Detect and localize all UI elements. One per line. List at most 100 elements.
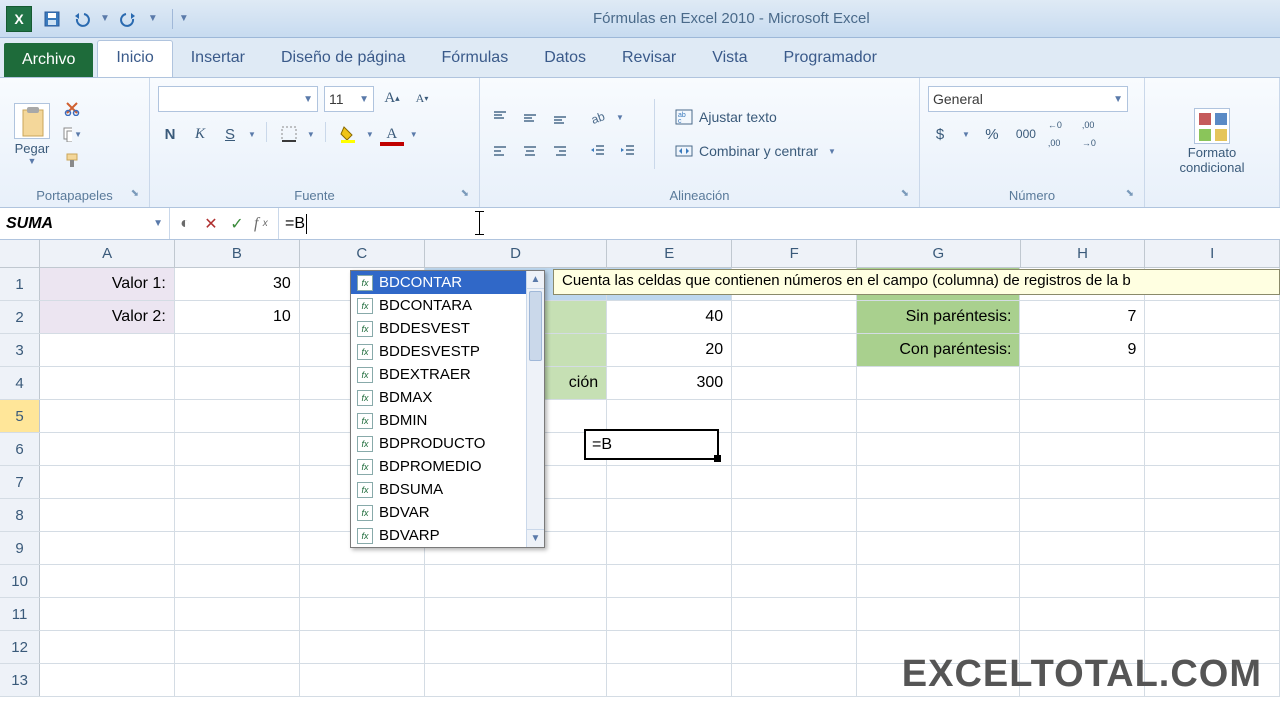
font-size-combo[interactable]: 11▼ — [324, 86, 374, 112]
thousands-button[interactable]: 000 — [1014, 122, 1038, 146]
cell-H6[interactable] — [1020, 433, 1145, 465]
cell-I4[interactable] — [1145, 367, 1280, 399]
col-header-I[interactable]: I — [1145, 240, 1280, 267]
cell-E3[interactable]: 20 — [607, 334, 732, 366]
cell-A10[interactable] — [40, 565, 175, 597]
number-format-combo[interactable]: General▼ — [928, 86, 1128, 112]
cell-B7[interactable] — [175, 466, 300, 498]
cell-I9[interactable] — [1145, 532, 1280, 564]
cell-E13[interactable] — [607, 664, 732, 696]
cell-A3[interactable] — [40, 334, 175, 366]
cell-H9[interactable] — [1020, 532, 1145, 564]
increase-indent-button[interactable] — [616, 139, 640, 163]
cell-E5[interactable] — [607, 400, 732, 432]
underline-button[interactable]: S — [218, 122, 242, 146]
format-painter-button[interactable] — [62, 150, 82, 170]
cell-C12[interactable] — [300, 631, 425, 663]
cell-F6[interactable] — [732, 433, 857, 465]
cell-A6[interactable] — [40, 433, 175, 465]
scroll-down-button[interactable]: ▼ — [527, 529, 544, 547]
cell-B11[interactable] — [175, 598, 300, 630]
align-left-button[interactable] — [488, 139, 512, 163]
row-header-8[interactable]: 8 — [0, 499, 40, 531]
cell-B4[interactable] — [175, 367, 300, 399]
tab-insertar[interactable]: Insertar — [173, 41, 263, 77]
tab-formulas[interactable]: Fórmulas — [424, 41, 527, 77]
range-selector-icon[interactable]: ◐ — [176, 215, 194, 233]
fx-icon[interactable]: fx — [254, 215, 272, 233]
undo-button[interactable] — [70, 7, 94, 31]
cell-I6[interactable] — [1145, 433, 1280, 465]
undo-dropdown[interactable]: ▼ — [100, 13, 110, 24]
cell-B3[interactable] — [175, 334, 300, 366]
align-bottom-button[interactable] — [548, 105, 572, 129]
align-center-button[interactable] — [518, 139, 542, 163]
increase-decimal-button[interactable]: ←0,00 — [1048, 122, 1072, 146]
autocomplete-item-bdsuma[interactable]: fxBDSUMA — [351, 478, 544, 501]
row-header-5[interactable]: 5 — [0, 400, 40, 432]
tab-datos[interactable]: Datos — [526, 41, 604, 77]
cell-H7[interactable] — [1020, 466, 1145, 498]
cell-G6[interactable] — [857, 433, 1020, 465]
autocomplete-item-bdpromedio[interactable]: fxBDPROMEDIO — [351, 455, 544, 478]
cell-I2[interactable] — [1145, 301, 1280, 333]
col-header-B[interactable]: B — [175, 240, 300, 267]
row-header-12[interactable]: 12 — [0, 631, 40, 663]
cell-A9[interactable] — [40, 532, 175, 564]
cell-F8[interactable] — [732, 499, 857, 531]
italic-button[interactable]: K — [188, 122, 212, 146]
cell-G4[interactable] — [857, 367, 1020, 399]
cell-I10[interactable] — [1145, 565, 1280, 597]
tab-vista[interactable]: Vista — [694, 41, 765, 77]
cell-B6[interactable] — [175, 433, 300, 465]
cell-G11[interactable] — [857, 598, 1020, 630]
tab-diseno[interactable]: Diseño de página — [263, 41, 424, 77]
cell-I7[interactable] — [1145, 466, 1280, 498]
autocomplete-item-bdproducto[interactable]: fxBDPRODUCTO — [351, 432, 544, 455]
cell-B2[interactable]: 10 — [175, 301, 300, 333]
scroll-up-button[interactable]: ▲ — [527, 271, 544, 289]
cell-B13[interactable] — [175, 664, 300, 696]
autocomplete-item-bddesvestp[interactable]: fxBDDESVESTP — [351, 340, 544, 363]
cell-E10[interactable] — [607, 565, 732, 597]
orientation-button[interactable]: ab — [586, 105, 610, 129]
select-all-corner[interactable] — [0, 240, 40, 267]
cell-A13[interactable] — [40, 664, 175, 696]
align-top-button[interactable] — [488, 105, 512, 129]
cell-B12[interactable] — [175, 631, 300, 663]
cell-A8[interactable] — [40, 499, 175, 531]
cell-E9[interactable] — [607, 532, 732, 564]
paste-button[interactable]: Pegar ▼ — [8, 101, 56, 168]
font-color-button[interactable]: A — [380, 122, 404, 146]
align-right-button[interactable] — [548, 139, 572, 163]
merge-center-button[interactable]: Combinar y centrar▼ — [669, 139, 842, 163]
cell-H3[interactable]: 9 — [1020, 334, 1145, 366]
autocomplete-item-bdmin[interactable]: fxBDMIN — [351, 409, 544, 432]
cell-A1[interactable]: Valor 1: — [40, 268, 175, 300]
cell-F9[interactable] — [732, 532, 857, 564]
tab-inicio[interactable]: Inicio — [97, 40, 172, 77]
cell-I8[interactable] — [1145, 499, 1280, 531]
col-header-H[interactable]: H — [1021, 240, 1146, 267]
cell-D11[interactable] — [425, 598, 607, 630]
enter-formula-button[interactable]: ✓ — [228, 215, 246, 233]
wrap-text-button[interactable]: abcAjustar texto — [669, 105, 842, 129]
cell-E4[interactable]: 300 — [607, 367, 732, 399]
decrease-font-button[interactable]: A▾ — [410, 86, 434, 110]
row-header-11[interactable]: 11 — [0, 598, 40, 630]
autocomplete-item-bddesvest[interactable]: fxBDDESVEST — [351, 317, 544, 340]
row-header-3[interactable]: 3 — [0, 334, 40, 366]
cell-C13[interactable] — [300, 664, 425, 696]
cell-F11[interactable] — [732, 598, 857, 630]
fill-color-button[interactable] — [336, 122, 360, 146]
formula-input[interactable]: =B — [279, 208, 1280, 239]
cell-G5[interactable] — [857, 400, 1020, 432]
bold-button[interactable]: N — [158, 122, 182, 146]
cell-F4[interactable] — [732, 367, 857, 399]
cell-F12[interactable] — [732, 631, 857, 663]
cell-C11[interactable] — [300, 598, 425, 630]
copy-button[interactable]: ▼ — [62, 124, 82, 144]
cell-H2[interactable]: 7 — [1020, 301, 1145, 333]
row-header-4[interactable]: 4 — [0, 367, 40, 399]
autocomplete-item-bdcontara[interactable]: fxBDCONTARA — [351, 294, 544, 317]
